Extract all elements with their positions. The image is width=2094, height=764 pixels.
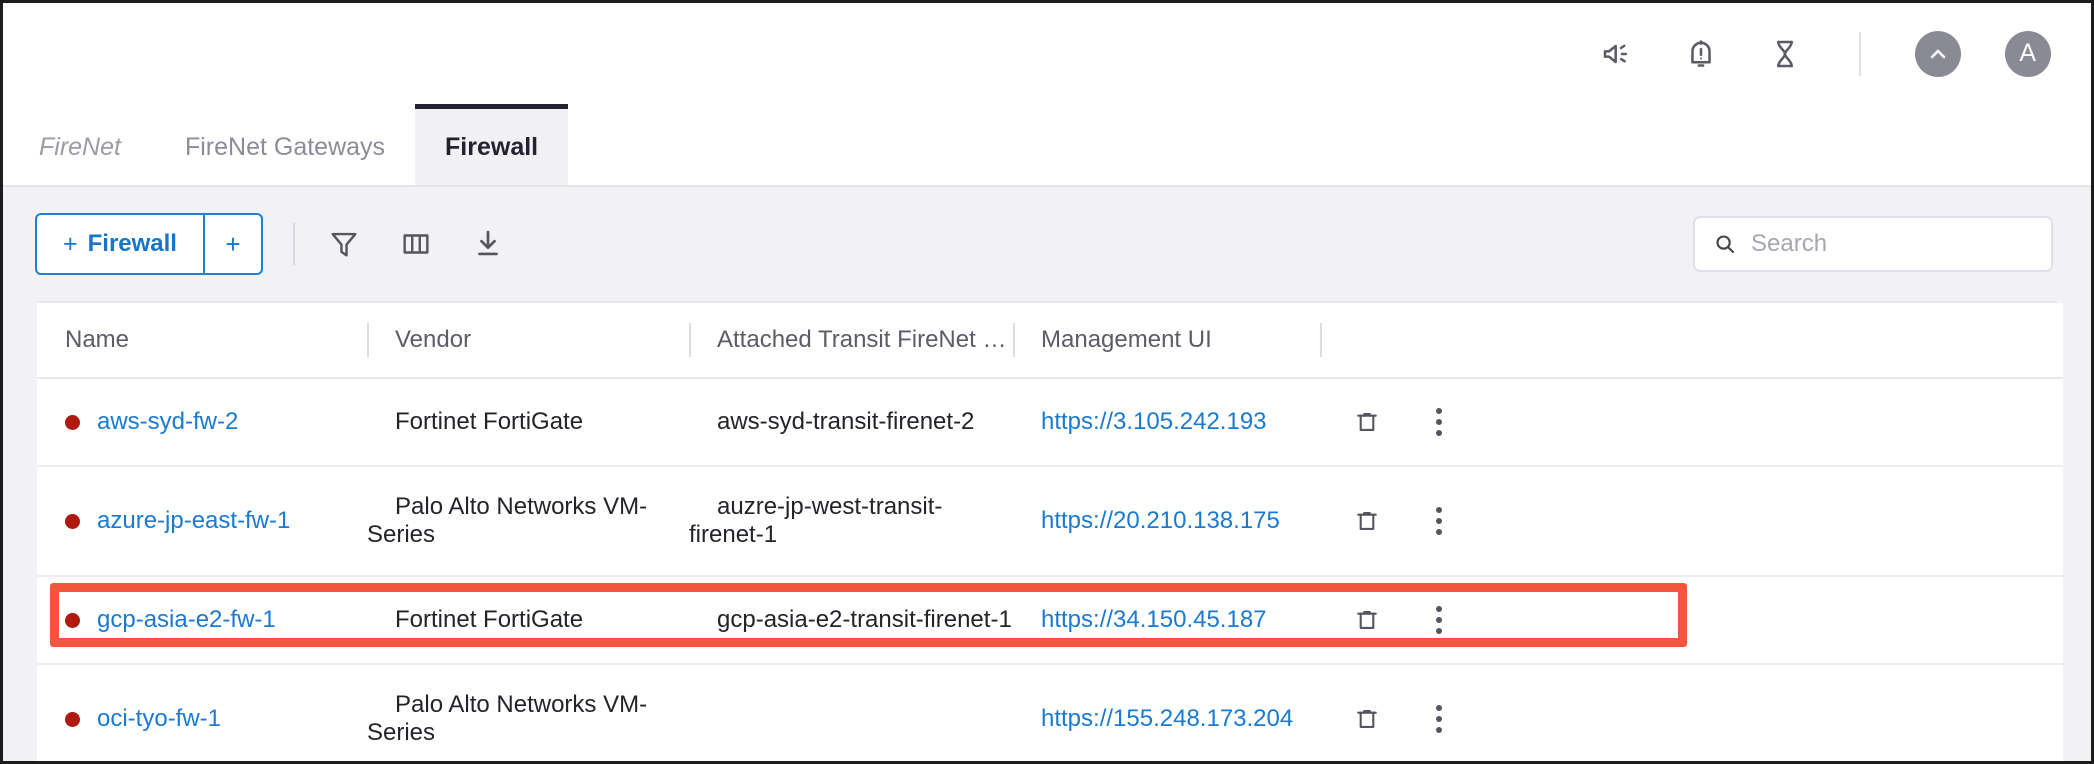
- column-header-attached-gateway[interactable]: Attached Transit FireNet Gateway Ins…: [689, 303, 1013, 378]
- table-header-row: Name Vendor Attached Transit FireNet Gat…: [37, 303, 2063, 378]
- toolbar-icon-group: [323, 223, 509, 265]
- add-firewall-plus-glyph: +: [63, 230, 78, 259]
- cell-actions: [1320, 378, 2063, 466]
- cell-management-ui: https://20.210.138.175: [1013, 466, 1320, 576]
- firewall-table: Name Vendor Attached Transit FireNet Gat…: [37, 301, 2057, 764]
- firewall-name-link[interactable]: oci-tyo-fw-1: [97, 705, 221, 733]
- search-input[interactable]: [1749, 229, 2033, 259]
- add-firewall-label: Firewall: [88, 230, 177, 258]
- top-header-bar: A: [3, 3, 2091, 104]
- table-body: aws-syd-fw-2 Fortinet FortiGate aws-syd-…: [37, 378, 2063, 764]
- status-dot: [65, 613, 80, 628]
- cell-actions: [1320, 466, 2063, 576]
- row-more-menu-button[interactable]: [1424, 702, 1454, 736]
- attached-gateway-value: gcp-asia-e2-transit-firenet-1: [689, 606, 1012, 633]
- attached-gateway-value: aws-syd-transit-firenet-2: [689, 408, 974, 435]
- cell-management-ui: https://155.248.173.204: [1013, 664, 1320, 764]
- row-more-menu-button[interactable]: [1424, 504, 1454, 538]
- table-row[interactable]: azure-jp-east-fw-1 Palo Alto Networks VM…: [37, 466, 2063, 576]
- column-header-attached-gateway-label: Attached Transit FireNet Gateway Ins…: [689, 326, 1013, 354]
- management-ui-link[interactable]: https://155.248.173.204: [1041, 705, 1293, 732]
- delete-row-button[interactable]: [1352, 504, 1382, 538]
- delete-row-button[interactable]: [1352, 702, 1382, 736]
- table-row[interactable]: gcp-asia-e2-fw-1 Fortinet FortiGate gcp-…: [37, 576, 2063, 664]
- alert-bell-icon[interactable]: [1681, 34, 1721, 74]
- search-box[interactable]: [1693, 216, 2053, 272]
- hourglass-icon[interactable]: [1765, 34, 1805, 74]
- collapse-panel-button[interactable]: [1915, 31, 1961, 77]
- column-header-name[interactable]: Name: [37, 303, 367, 378]
- management-ui-link[interactable]: https://3.105.242.193: [1041, 408, 1267, 435]
- column-header-management-ui[interactable]: Management UI: [1013, 303, 1320, 378]
- row-more-menu-button[interactable]: [1424, 405, 1454, 439]
- avatar[interactable]: A: [2005, 31, 2051, 77]
- cell-actions: [1320, 576, 2063, 664]
- status-dot: [65, 712, 80, 727]
- breadcrumb: FireNet: [11, 104, 155, 185]
- cell-management-ui: https://34.150.45.187: [1013, 576, 1320, 664]
- management-ui-link[interactable]: https://34.150.45.187: [1041, 606, 1267, 633]
- cell-attached-gateway: auzre-jp-west-transit-firenet-1: [689, 466, 1013, 576]
- tab-firenet-gateways[interactable]: FireNet Gateways: [155, 104, 415, 185]
- column-header-name-label: Name: [37, 326, 367, 354]
- search-icon: [1713, 232, 1737, 256]
- tab-bar: FireNet FireNet Gateways Firewall: [3, 104, 2091, 187]
- cell-name: azure-jp-east-fw-1: [37, 466, 367, 576]
- vendor-value: Palo Alto Networks VM-Series: [367, 493, 647, 548]
- vendor-value: Fortinet FortiGate: [367, 606, 583, 633]
- vendor-value: Fortinet FortiGate: [367, 408, 583, 435]
- application-window: A FireNet FireNet Gateways Firewall + Fi…: [0, 0, 2094, 764]
- cell-name: aws-syd-fw-2: [37, 378, 367, 466]
- table-toolbar: + Firewall +: [3, 187, 2091, 301]
- firewall-name-link[interactable]: azure-jp-east-fw-1: [97, 507, 290, 535]
- attached-gateway-value: [689, 705, 717, 732]
- add-firewall-dropdown-button[interactable]: +: [205, 215, 261, 273]
- table-row[interactable]: oci-tyo-fw-1 Palo Alto Networks VM-Serie…: [37, 664, 2063, 764]
- firewall-name-link[interactable]: aws-syd-fw-2: [97, 408, 238, 436]
- cell-vendor: Fortinet FortiGate: [367, 576, 689, 664]
- cell-vendor: Fortinet FortiGate: [367, 378, 689, 466]
- row-more-menu-button[interactable]: [1424, 603, 1454, 637]
- columns-icon[interactable]: [395, 223, 437, 265]
- delete-row-button[interactable]: [1352, 603, 1382, 637]
- status-dot: [65, 514, 80, 529]
- column-header-actions: [1320, 303, 2063, 378]
- cell-attached-gateway: gcp-asia-e2-transit-firenet-1: [689, 576, 1013, 664]
- header-divider: [1859, 32, 1861, 76]
- toolbar-divider: [293, 223, 295, 265]
- firewall-name-link[interactable]: gcp-asia-e2-fw-1: [97, 606, 276, 634]
- add-firewall-button[interactable]: + Firewall: [37, 215, 203, 273]
- cell-name: oci-tyo-fw-1: [37, 664, 367, 764]
- vendor-value: Palo Alto Networks VM-Series: [367, 691, 647, 746]
- tab-firewall[interactable]: Firewall: [415, 104, 568, 185]
- announcement-icon[interactable]: [1597, 34, 1637, 74]
- avatar-letter: A: [2019, 41, 2036, 66]
- column-header-management-ui-label: Management UI: [1013, 326, 1320, 354]
- header-icon-group: A: [1597, 31, 2051, 77]
- content-area: + Firewall +: [3, 187, 2091, 761]
- filter-icon[interactable]: [323, 223, 365, 265]
- cell-actions: [1320, 664, 2063, 764]
- management-ui-link[interactable]: https://20.210.138.175: [1041, 507, 1280, 534]
- status-dot: [65, 415, 80, 430]
- attached-gateway-value: auzre-jp-west-transit-firenet-1: [689, 493, 942, 548]
- column-header-vendor-label: Vendor: [367, 326, 689, 354]
- cell-management-ui: https://3.105.242.193: [1013, 378, 1320, 466]
- cell-attached-gateway: [689, 664, 1013, 764]
- cell-vendor: Palo Alto Networks VM-Series: [367, 466, 689, 576]
- column-header-vendor[interactable]: Vendor: [367, 303, 689, 378]
- add-firewall-split-button: + Firewall +: [35, 213, 263, 275]
- download-icon[interactable]: [467, 223, 509, 265]
- delete-row-button[interactable]: [1352, 405, 1382, 439]
- cell-name: gcp-asia-e2-fw-1: [37, 576, 367, 664]
- cell-vendor: Palo Alto Networks VM-Series: [367, 664, 689, 764]
- table-row[interactable]: aws-syd-fw-2 Fortinet FortiGate aws-syd-…: [37, 378, 2063, 466]
- cell-attached-gateway: aws-syd-transit-firenet-2: [689, 378, 1013, 466]
